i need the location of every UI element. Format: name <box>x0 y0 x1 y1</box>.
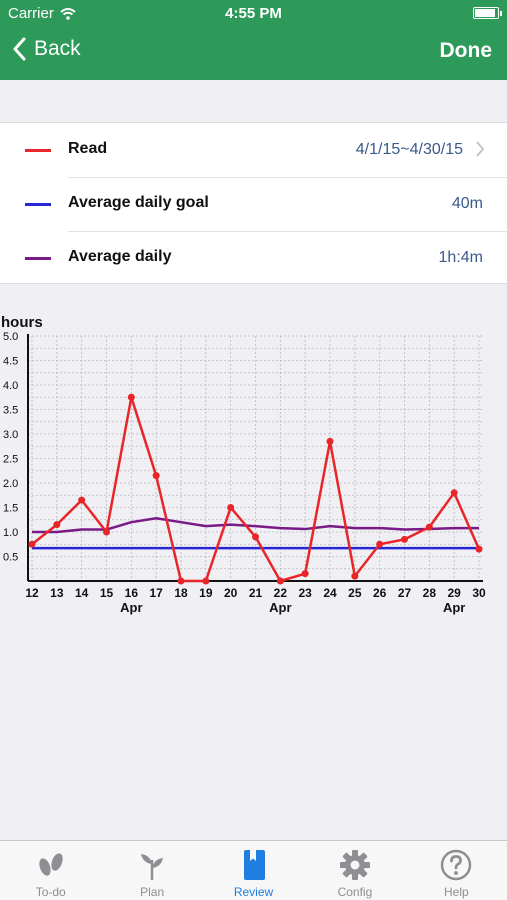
tab-review[interactable]: Review <box>203 841 304 900</box>
data-point <box>376 540 384 548</box>
chevron-right-icon <box>476 141 485 157</box>
legend-row-read[interactable]: Read 4/1/15~4/30/15 <box>0 123 507 177</box>
battery-icon <box>473 7 502 19</box>
status-bar: Carrier 4:55 PM <box>0 0 507 28</box>
tab-to-do[interactable]: To-do <box>0 841 101 900</box>
x-tick-label: 25 <box>348 586 362 600</box>
gear-icon <box>339 850 370 880</box>
date-range-value: 4/1/15~4/30/15 <box>355 141 463 158</box>
tab-label: Plan <box>140 885 165 899</box>
x-tick-label: 19 <box>199 586 213 600</box>
legend-label: Read <box>68 140 108 157</box>
legend-swatch-read <box>25 149 51 152</box>
x-tick-label: 23 <box>298 586 312 600</box>
y-tick-label: 4.0 <box>3 380 18 392</box>
data-point <box>28 540 36 548</box>
data-point <box>425 523 433 531</box>
help-circle-icon <box>441 849 472 881</box>
legend-row-goal: Average daily goal 40m <box>0 177 507 231</box>
x-tick-label: 18 <box>174 586 188 600</box>
data-point <box>202 577 210 585</box>
legend-label: Average daily <box>68 248 172 265</box>
data-point <box>177 577 185 585</box>
data-point <box>252 533 259 541</box>
y-tick-label: 1.0 <box>3 527 18 539</box>
y-tick-label: 3.0 <box>3 429 18 441</box>
tab-config[interactable]: Config <box>304 841 405 900</box>
nav-bar: Back Done <box>0 28 507 80</box>
y-axis-label: hours <box>1 314 43 331</box>
month-label: Apr <box>443 600 465 615</box>
tab-bar: To-do Plan Review Config Help <box>0 840 507 900</box>
x-tick-label: 13 <box>50 586 64 600</box>
y-tick-label: 2.5 <box>3 454 18 466</box>
done-button[interactable]: Done <box>440 39 493 63</box>
y-tick-label: 3.5 <box>3 405 18 417</box>
data-point <box>351 572 359 580</box>
legend-list: Read 4/1/15~4/30/15 Average daily goal 4… <box>0 122 507 284</box>
legend-swatch-average <box>25 257 51 260</box>
x-tick-label: 27 <box>398 586 412 600</box>
data-point <box>78 496 86 504</box>
x-tick-label: 14 <box>75 586 89 600</box>
data-point <box>227 504 235 511</box>
x-tick-label: 20 <box>224 586 238 600</box>
x-tick-label: 30 <box>472 586 486 600</box>
x-tick-label: 16 <box>125 586 139 600</box>
x-tick-label: 22 <box>274 586 288 600</box>
legend-row-average: Average daily 1h:4m <box>0 231 507 285</box>
x-tick-label: 12 <box>25 586 39 600</box>
chevron-left-icon <box>13 37 26 61</box>
x-tick-label: 28 <box>423 586 437 600</box>
x-tick-label: 17 <box>149 586 163 600</box>
back-button[interactable]: Back <box>12 37 81 61</box>
legend-label: Average daily goal <box>68 194 209 211</box>
book-icon <box>243 850 265 880</box>
y-tick-label: 4.5 <box>3 356 18 368</box>
data-point <box>475 545 483 553</box>
back-label: Back <box>34 37 81 60</box>
data-point <box>276 577 284 585</box>
sprout-icon <box>141 854 164 880</box>
x-tick-label: 26 <box>373 586 387 600</box>
x-tick-label: 15 <box>100 586 114 600</box>
goal-value: 40m <box>451 195 483 212</box>
data-point <box>450 489 458 497</box>
y-tick-label: 0.5 <box>3 552 18 564</box>
status-time: 4:55 PM <box>225 5 282 22</box>
x-tick-label: 24 <box>323 586 337 600</box>
y-tick-label: 1.5 <box>3 503 18 515</box>
app-header: Carrier 4:55 PM Back Done <box>0 0 507 80</box>
x-tick-label: 21 <box>249 586 263 600</box>
data-point <box>152 472 160 480</box>
data-point <box>301 570 309 578</box>
legend-swatch-goal <box>25 203 51 206</box>
tab-label: Review <box>233 885 274 899</box>
data-point <box>326 437 334 445</box>
tab-label: Help <box>443 885 469 899</box>
y-tick-label: 5.0 <box>3 331 18 343</box>
x-tick-label: 29 <box>447 586 461 600</box>
tab-label: To-do <box>35 885 66 899</box>
average-value: 1h:4m <box>438 249 483 266</box>
footprints-icon <box>39 853 63 876</box>
month-label: Apr <box>269 600 291 615</box>
data-point <box>401 535 408 543</box>
tab-plan[interactable]: Plan <box>101 841 202 900</box>
month-label: Apr <box>120 600 142 615</box>
data-point <box>103 528 110 536</box>
tab-help[interactable]: Help <box>406 841 507 900</box>
reading-chart: hours 0.5 1.0 1.5 2.0 2.5 3.0 3.5 4.0 4.5 5.0 12 13 1… <box>1 314 486 615</box>
data-point <box>127 393 135 401</box>
data-point <box>53 521 61 529</box>
y-tick-label: 2.0 <box>3 478 18 490</box>
tab-label: Config <box>337 885 373 899</box>
